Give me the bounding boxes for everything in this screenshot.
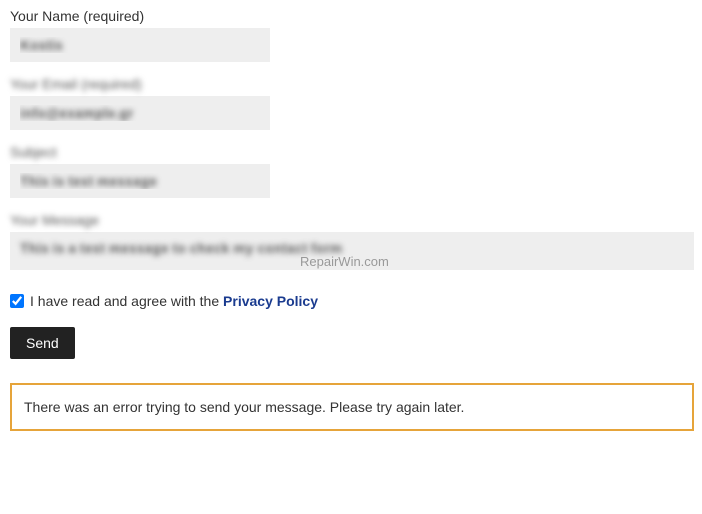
- consent-checkbox[interactable]: [10, 294, 24, 308]
- message-label: Your Message: [10, 212, 692, 228]
- subject-label: Subject: [10, 144, 692, 160]
- error-message-box: There was an error trying to send your m…: [10, 383, 694, 431]
- message-textarea[interactable]: This is a test message to check my conta…: [10, 232, 694, 270]
- send-button[interactable]: Send: [10, 327, 75, 359]
- email-input[interactable]: [10, 96, 270, 130]
- name-input[interactable]: [10, 28, 270, 62]
- privacy-policy-link[interactable]: Privacy Policy: [223, 293, 318, 309]
- name-label: Your Name (required): [10, 8, 692, 24]
- email-label: Your Email (required): [10, 76, 692, 92]
- subject-input[interactable]: [10, 164, 270, 198]
- consent-text: I have read and agree with the Privacy P…: [30, 293, 318, 309]
- consent-row: I have read and agree with the Privacy P…: [10, 293, 692, 309]
